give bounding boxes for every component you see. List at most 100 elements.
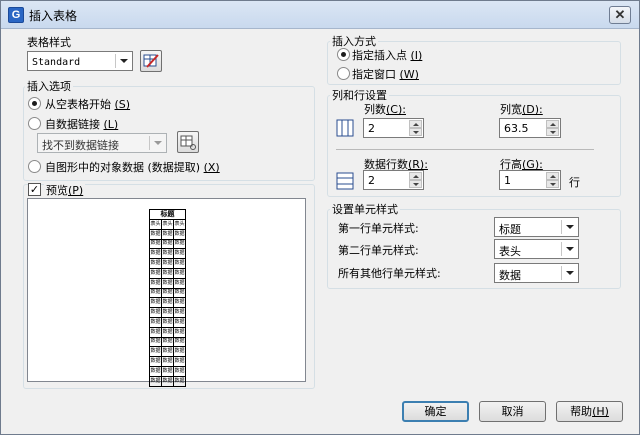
from-empty-text: 从空表格开始 xyxy=(45,98,111,111)
preview-data-cell: 数据 xyxy=(161,297,174,309)
columns-value: 2 xyxy=(368,122,375,135)
insert-window-radio[interactable] xyxy=(337,67,350,80)
data-link-manager-icon xyxy=(180,135,196,150)
chevron-down-icon xyxy=(149,136,164,150)
preview-header-cell: 表头 xyxy=(149,219,162,230)
insert-point-radio[interactable] xyxy=(337,48,350,61)
spin-down-icon[interactable] xyxy=(409,128,422,136)
data-link-select[interactable]: 找不到数据链接 xyxy=(37,133,167,153)
preview-data-row: 数据 数据 数据 xyxy=(149,297,186,309)
from-objects-label[interactable]: 自图形中的对象数据 (数据提取) (X) xyxy=(45,159,220,175)
preview-data-cell: 数据 xyxy=(149,356,162,367)
spin-down-icon[interactable] xyxy=(546,180,559,188)
preview-data-cell: 数据 xyxy=(149,297,162,309)
column-width-stepper[interactable]: 63.5 xyxy=(499,118,561,138)
table-style-launch-icon xyxy=(143,54,159,68)
preview-data-cell: 数据 xyxy=(161,316,174,328)
table-preview: 标题 表头 表头 表头 数据 数据 数据 数据 数据 数据 数据 数据 数据 数据 数据 数据 数据 数据… xyxy=(27,198,306,387)
preview-data-cell: 数据 xyxy=(173,267,186,279)
table-style-value: Standard xyxy=(32,57,81,68)
preview-title-cell: 标题 xyxy=(149,209,186,220)
preview-data-cell: 数据 xyxy=(149,346,162,358)
other-rows-style-value: 数据 xyxy=(499,269,521,282)
data-rows-value: 2 xyxy=(368,174,375,187)
preview-data-cell: 数据 xyxy=(149,365,162,377)
from-data-link-radio[interactable] xyxy=(28,117,41,130)
preview-data-row: 数据 数据 数据 xyxy=(149,346,186,358)
preview-data-row: 数据 数据 数据 xyxy=(149,375,186,387)
from-empty-label[interactable]: 从空表格开始 (S) xyxy=(45,96,130,112)
from-objects-text: 自图形中的对象数据 (数据提取) xyxy=(45,161,201,174)
preview-text: 预览 xyxy=(46,184,68,197)
preview-data-cell: 数据 xyxy=(173,238,186,250)
spin-up-icon[interactable] xyxy=(409,172,422,180)
first-row-style-select[interactable]: 标题 xyxy=(494,217,579,237)
from-objects-radio[interactable] xyxy=(28,160,41,173)
table-style-select[interactable]: Standard xyxy=(27,51,133,71)
other-rows-style-select[interactable]: 数据 xyxy=(494,263,579,283)
insert-point-label[interactable]: 指定插入点 (I) xyxy=(352,47,422,63)
title-bar[interactable]: G 插入表格 ✕ xyxy=(1,1,639,29)
preview-data-cell: 数据 xyxy=(173,297,186,309)
ok-button[interactable]: 确定 xyxy=(402,401,469,422)
dialog-title: 插入表格 xyxy=(29,9,78,23)
insert-window-label[interactable]: 指定窗口 (W) xyxy=(352,66,419,82)
preview-data-row: 数据 数据 数据 xyxy=(149,258,186,269)
preview-data-cell: 数据 xyxy=(149,228,162,240)
column-width-label: 列宽(D): xyxy=(500,101,543,117)
preview-data-row: 数据 数据 数据 xyxy=(149,277,186,289)
spin-up-icon[interactable] xyxy=(546,120,559,128)
preview-data-cell: 数据 xyxy=(173,248,186,260)
columns-stepper[interactable]: 2 xyxy=(363,118,424,138)
second-row-style-select[interactable]: 表头 xyxy=(494,239,579,259)
preview-data-cell: 数据 xyxy=(161,267,174,279)
columns-key: (C): xyxy=(386,103,406,116)
close-button[interactable]: ✕ xyxy=(609,6,631,24)
preview-data-row: 数据 数据 数据 xyxy=(149,248,186,260)
insert-table-dialog: G 插入表格 ✕ 表格样式 Standard 插入选项 从空表格开始 (S) 自… xyxy=(0,0,640,435)
help-button[interactable]: 帮助(H) xyxy=(556,401,623,422)
preview-key: (P) xyxy=(68,184,84,197)
column-width-value: 63.5 xyxy=(504,122,529,135)
preview-data-cell: 数据 xyxy=(161,238,174,250)
from-data-link-text: 自数据链接 xyxy=(45,118,100,131)
spin-down-icon[interactable] xyxy=(546,128,559,136)
preview-data-cell: 数据 xyxy=(149,375,162,387)
preview-data-cell: 数据 xyxy=(173,287,186,299)
preview-data-cell: 数据 xyxy=(161,346,174,358)
first-row-style-value: 标题 xyxy=(499,223,521,236)
spin-up-icon[interactable] xyxy=(546,172,559,180)
cancel-button[interactable]: 取消 xyxy=(479,401,546,422)
preview-data-cell: 数据 xyxy=(173,228,186,240)
spin-down-icon[interactable] xyxy=(409,180,422,188)
insert-point-text: 指定插入点 xyxy=(352,49,407,62)
rows-icon xyxy=(336,172,354,190)
column-width-text: 列宽 xyxy=(500,103,522,116)
data-rows-stepper[interactable]: 2 xyxy=(363,170,424,190)
from-data-link-label[interactable]: 自数据链接 (L) xyxy=(45,116,118,132)
divider xyxy=(336,149,594,150)
preview-data-cell: 数据 xyxy=(161,365,174,377)
second-row-style-value: 表头 xyxy=(499,245,521,258)
table-style-launch-button[interactable] xyxy=(140,50,162,72)
row-height-stepper[interactable]: 1 xyxy=(499,170,561,190)
insert-options-label: 插入选项 xyxy=(25,78,73,94)
insert-window-key: (W) xyxy=(399,68,419,81)
preview-data-cell: 数据 xyxy=(149,316,162,328)
preview-data-cell: 数据 xyxy=(149,277,162,289)
row-unit-label: 行 xyxy=(569,176,580,189)
data-link-manager-button[interactable] xyxy=(177,131,199,153)
from-empty-radio[interactable] xyxy=(28,97,41,110)
spin-up-icon[interactable] xyxy=(409,120,422,128)
preview-data-cell: 数据 xyxy=(161,287,174,299)
table-style-label: 表格样式 xyxy=(27,36,71,49)
preview-data-cell: 数据 xyxy=(149,287,162,299)
app-logo-icon: G xyxy=(8,7,24,23)
second-row-style-label: 第二行单元样式: xyxy=(338,244,419,257)
preview-checkbox[interactable]: ✓ xyxy=(28,183,41,196)
preview-data-cell: 数据 xyxy=(149,258,162,269)
preview-data-cell: 数据 xyxy=(173,365,186,377)
preview-label[interactable]: 预览(P) xyxy=(44,182,86,198)
preview-data-row: 数据 数据 数据 xyxy=(149,326,186,338)
preview-data-cell: 数据 xyxy=(173,326,186,338)
